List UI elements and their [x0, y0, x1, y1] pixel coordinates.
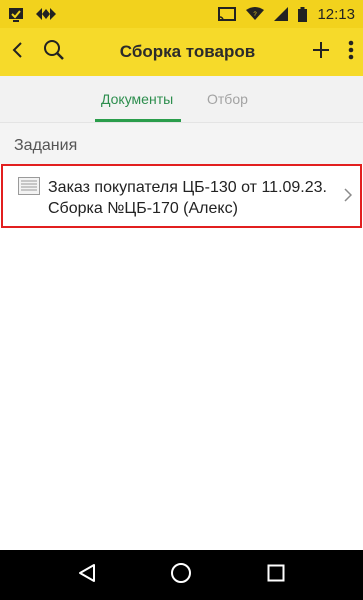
list-empty-area	[0, 230, 363, 550]
status-bar: ? 12:13	[0, 0, 363, 28]
add-icon	[312, 41, 330, 64]
battery-icon	[298, 6, 308, 22]
nav-recents-button[interactable]	[256, 555, 296, 595]
tab-documents[interactable]: Документы	[101, 91, 173, 107]
section-title: Задания	[14, 137, 78, 154]
document-icon	[18, 177, 40, 195]
section-header: Задания	[0, 122, 363, 164]
search-button[interactable]	[36, 28, 72, 76]
app-bar: Сборка товаров	[0, 28, 363, 76]
back-icon	[11, 41, 25, 64]
nav-home-button[interactable]	[161, 555, 201, 595]
clock: 12:13	[317, 5, 355, 23]
search-icon	[43, 39, 65, 66]
more-icon	[348, 40, 354, 65]
page-title: Сборка товаров	[119, 42, 256, 61]
chevron-right-icon	[344, 188, 353, 207]
wifi-icon: ?	[246, 7, 265, 21]
back-button[interactable]	[0, 28, 36, 76]
cast-icon	[218, 7, 237, 21]
usb-debug-icon	[36, 7, 56, 21]
checkbox-icon	[8, 6, 24, 22]
nav-back-button[interactable]	[67, 555, 107, 595]
navigation-bar	[0, 550, 363, 600]
list-item[interactable]: Заказ покупателя ЦБ-130 от 11.09.23. Сбо…	[1, 164, 362, 228]
list-item-text: Заказ покупателя ЦБ-130 от 11.09.23. Сбо…	[48, 179, 327, 217]
home-circle-icon	[170, 562, 192, 589]
signal-icon	[274, 7, 289, 21]
recents-square-icon	[267, 564, 285, 587]
tab-bar: Документы Отбор	[0, 76, 363, 122]
add-button[interactable]	[303, 28, 339, 76]
back-triangle-icon	[77, 563, 97, 588]
tab-filter[interactable]: Отбор	[207, 91, 248, 107]
more-button[interactable]	[339, 28, 363, 76]
